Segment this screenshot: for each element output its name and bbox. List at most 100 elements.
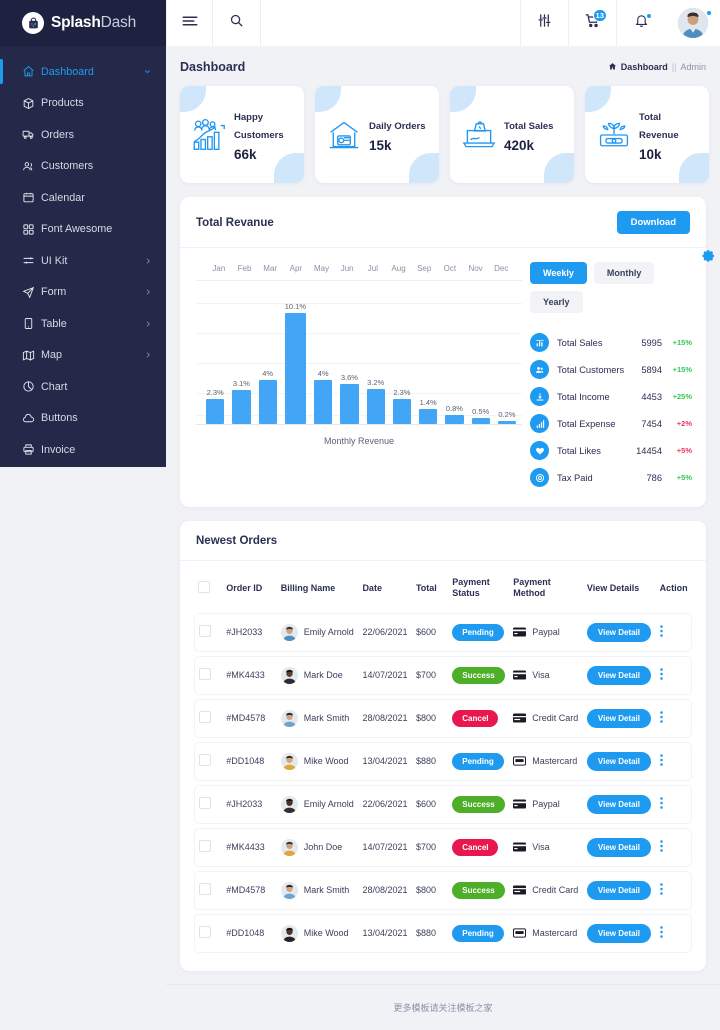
sidebar-item-chart[interactable]: Chart xyxy=(0,371,166,403)
table-row[interactable]: #MK4433 John Doe 14/07/2021 $700 Cancel Visa V… xyxy=(194,827,692,867)
view-detail-button[interactable]: View Detail xyxy=(586,923,651,943)
sidebar-item-dashboard[interactable]: Dashboard xyxy=(0,56,166,88)
billing-name-text: Mark Smith xyxy=(303,885,350,895)
row-checkbox[interactable] xyxy=(199,668,211,680)
avatar xyxy=(280,666,298,684)
more-options-icon[interactable] xyxy=(659,840,663,852)
row-checkbox[interactable] xyxy=(199,883,211,895)
view-detail-button[interactable]: View Detail xyxy=(586,794,651,814)
table-row[interactable]: #JH2033 Emily Arnold 22/06/2021 $600 Pending… xyxy=(194,612,692,652)
view-detail-button[interactable]: View Detail xyxy=(586,751,651,771)
view-detail-button[interactable]: View Detail xyxy=(586,665,651,685)
sidebar-item-label: Invoice xyxy=(41,443,76,456)
stat-card-happy-customers[interactable]: Happy Customers 66k xyxy=(180,86,304,183)
sidebar-item-label: Products xyxy=(41,97,84,110)
row-checkbox[interactable] xyxy=(199,625,211,637)
chart-bar[interactable] xyxy=(232,389,251,424)
search-button[interactable] xyxy=(213,0,261,46)
cart-button[interactable]: 13 xyxy=(569,0,617,46)
more-options-icon[interactable] xyxy=(659,883,663,895)
user-profile-button[interactable] xyxy=(665,0,720,46)
sidebar-item-invoice[interactable]: Invoice xyxy=(0,434,166,466)
sidebar-item-customers[interactable]: Customers xyxy=(0,151,166,183)
more-options-icon[interactable] xyxy=(659,754,663,766)
chart-bar[interactable] xyxy=(314,379,333,424)
table-row[interactable]: #JH2033 Emily Arnold 22/06/2021 $600 Success… xyxy=(194,784,692,824)
chart-bar[interactable] xyxy=(206,398,225,424)
download-button[interactable]: Download xyxy=(616,211,690,234)
chart-bar[interactable] xyxy=(419,408,438,424)
sidebar-item-map[interactable]: Map xyxy=(0,340,166,372)
chart-bar[interactable] xyxy=(445,415,464,424)
filter-button[interactable] xyxy=(521,0,569,46)
row-checkbox[interactable] xyxy=(199,797,211,809)
chart-bar[interactable] xyxy=(284,312,307,424)
stat-card-total-sales[interactable]: Total Sales 420k xyxy=(450,86,574,183)
view-detail-button[interactable]: View Detail xyxy=(586,708,651,728)
signal-icon xyxy=(530,414,549,433)
row-checkbox[interactable] xyxy=(199,926,211,938)
revenue-card-header: Total Revanue Download xyxy=(180,197,706,248)
chart-bar-label: 3.1% xyxy=(232,378,250,388)
more-options-icon[interactable] xyxy=(659,797,663,809)
billing-name-text: Emily Arnold xyxy=(303,627,354,637)
toggle-yearly[interactable]: Yearly xyxy=(530,291,583,313)
chart-bar[interactable] xyxy=(471,418,490,424)
menu-toggle-button[interactable] xyxy=(166,0,213,46)
cell-date: 14/07/2021 xyxy=(358,827,412,867)
table-row[interactable]: #DD1048 Mike Wood 13/04/2021 $880 Pending Mas… xyxy=(194,741,692,781)
chart-bar[interactable] xyxy=(392,398,412,424)
row-checkbox[interactable] xyxy=(199,840,211,852)
notifications-button[interactable] xyxy=(617,0,665,46)
view-detail-button[interactable]: View Detail xyxy=(586,880,651,900)
sidebar-item-form[interactable]: Form xyxy=(0,277,166,309)
more-options-icon[interactable] xyxy=(659,668,663,680)
avatar xyxy=(280,709,298,727)
chart-bar[interactable] xyxy=(340,384,359,424)
table-row[interactable]: #DD1048 Mike Wood 13/04/2021 $880 Pending Mas… xyxy=(194,913,692,953)
chart-bar-column: 1.4% xyxy=(419,281,438,424)
sidebar-item-calendar[interactable]: Calendar xyxy=(0,182,166,214)
sidebar-item-table[interactable]: Table xyxy=(0,308,166,340)
sidebar-item-ui-kit[interactable]: UI Kit xyxy=(0,245,166,277)
breadcrumb-current[interactable]: Dashboard xyxy=(621,62,668,72)
stat-card-daily-orders[interactable]: Daily Orders 15k xyxy=(315,86,439,183)
chart-bar-label: 0.2% xyxy=(498,410,516,419)
table-row[interactable]: #MD4578 Mark Smith 28/08/2021 $800 Cancel Cre… xyxy=(194,698,692,738)
toggle-monthly[interactable]: Monthly xyxy=(593,262,655,284)
more-options-icon[interactable] xyxy=(659,711,663,723)
chart-bar-column: 3.6% xyxy=(340,281,359,424)
settings-gear-button[interactable] xyxy=(701,249,716,264)
select-all-checkbox[interactable] xyxy=(198,580,210,593)
table-row[interactable]: #MK4433 Mark Doe 14/07/2021 $700 Success Visa… xyxy=(194,655,692,695)
toggle-weekly[interactable]: Weekly xyxy=(530,262,587,284)
revenue-stat-name: Total Sales xyxy=(557,337,603,348)
table-row[interactable]: #MD4578 Mark Smith 28/08/2021 $800 Success Cr… xyxy=(194,870,692,910)
row-checkbox[interactable] xyxy=(199,754,211,766)
more-options-icon[interactable] xyxy=(659,625,663,637)
revenue-stat-change: +2% xyxy=(676,419,692,428)
revenue-stat-row: Total Expense 7454 +2% xyxy=(530,410,692,437)
row-checkbox[interactable] xyxy=(199,711,211,723)
users-icon xyxy=(22,160,41,173)
chart-bar[interactable] xyxy=(366,388,385,424)
sidebar-item-orders[interactable]: Orders xyxy=(0,119,166,151)
brand-logo-area[interactable]: SplashDash xyxy=(0,0,166,46)
billing-name-text: Emily Arnold xyxy=(303,799,354,809)
main-content: Dashboard Dashboard || Admin Happy Custo… xyxy=(166,46,720,1030)
chart-bar[interactable] xyxy=(258,379,277,424)
shopping-bag-icon xyxy=(22,12,44,34)
more-options-icon[interactable] xyxy=(659,926,663,938)
sidebar-item-products[interactable]: Products xyxy=(0,88,166,120)
view-detail-button[interactable]: View Detail xyxy=(586,622,651,642)
sliders-icon xyxy=(537,13,552,33)
sidebar-item-buttons[interactable]: Buttons xyxy=(0,403,166,435)
stat-value: 15k xyxy=(369,138,392,153)
sidebar-item-label: Chart xyxy=(41,380,68,393)
stat-card-total-revenue[interactable]: Total Revenue 10k xyxy=(585,86,709,183)
chart-bar[interactable] xyxy=(497,421,517,424)
chart-bar-icon xyxy=(530,333,549,352)
sidebar-item-font-awesome[interactable]: Font Awesome xyxy=(0,214,166,246)
month-tick: Jun xyxy=(340,264,354,273)
view-detail-button[interactable]: View Detail xyxy=(586,837,651,857)
